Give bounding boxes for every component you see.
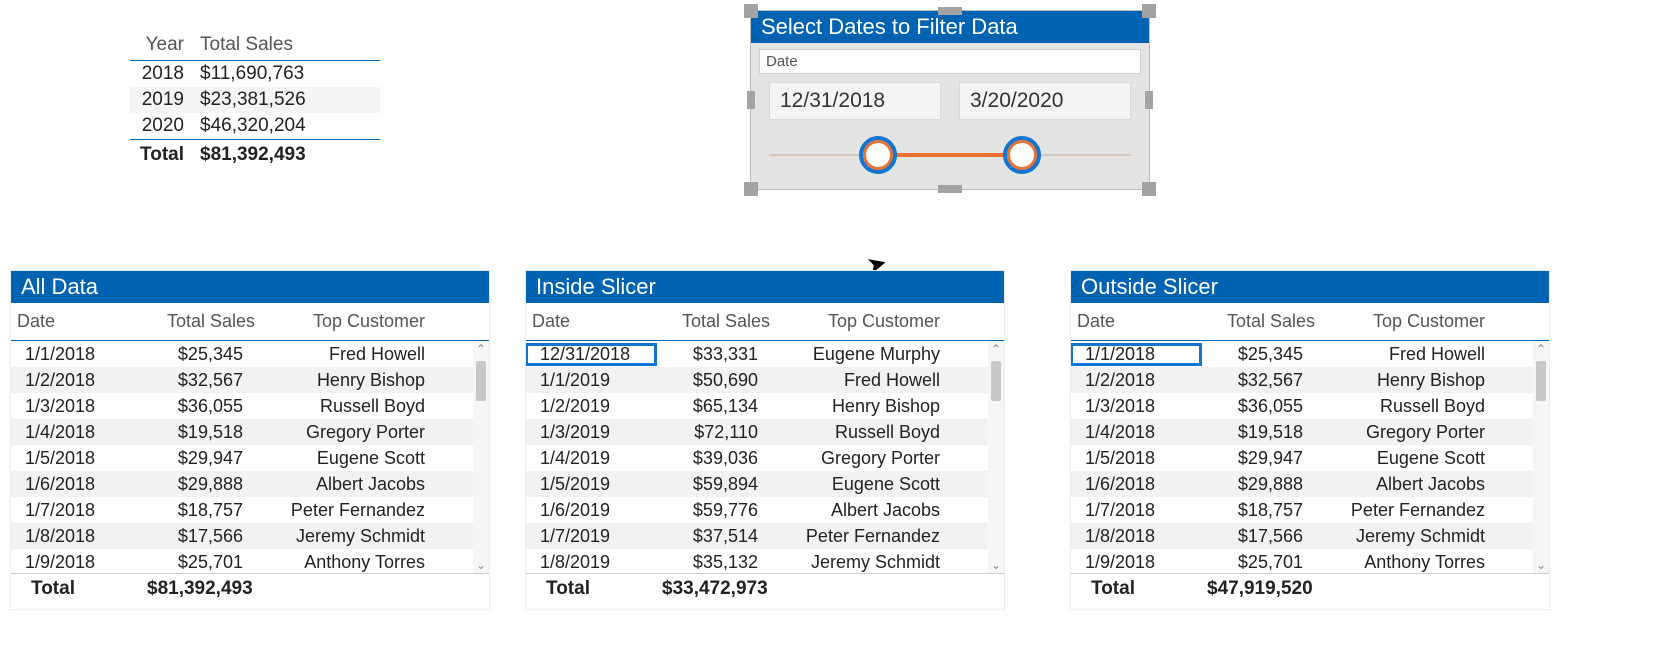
table-row[interactable]: 1/3/2018$36,055Russell Boyd (11, 393, 489, 419)
table-row[interactable]: 1/9/2018$25,701Anthony Torres (11, 549, 489, 573)
summary-row: 2020 $46,320,204 (130, 113, 380, 139)
table-row[interactable]: 1/8/2019$35,132Jeremy Schmidt (526, 549, 1004, 573)
inside-slicer-table[interactable]: Inside Slicer Date Total Sales Top Custo… (525, 270, 1005, 610)
scroll-down-icon[interactable]: ⌄ (988, 557, 1004, 573)
panel-title: All Data (11, 271, 489, 303)
resize-handle-icon[interactable] (1142, 182, 1156, 196)
scroll-down-icon[interactable]: ⌄ (473, 557, 489, 573)
table-row[interactable]: 1/6/2019$59,776Albert Jacobs (526, 497, 1004, 523)
scrollbar[interactable]: ⌃ ⌄ (988, 341, 1004, 573)
summary-header-row: Year Total Sales (130, 30, 380, 61)
highlighted-date-cell: 12/31/2018 (526, 344, 656, 365)
summary-row: 2019 $23,381,526 (130, 87, 380, 113)
table-row[interactable]: 1/4/2018$19,518Gregory Porter (1071, 419, 1549, 445)
scroll-thumb[interactable] (991, 361, 1001, 401)
slider-handle-start[interactable] (863, 140, 893, 170)
panel-title: Outside Slicer (1071, 271, 1549, 303)
table-row[interactable]: 1/3/2018$36,055Russell Boyd (1071, 393, 1549, 419)
table-row[interactable]: 1/1/2018$25,345Fred Howell (11, 341, 489, 367)
table-total-row: Total $81,392,493 (11, 573, 489, 604)
table-row[interactable]: 1/8/2018$17,566Jeremy Schmidt (11, 523, 489, 549)
table-row[interactable]: 1/4/2018$19,518Gregory Porter (11, 419, 489, 445)
table-row[interactable]: 1/4/2019$39,036Gregory Porter (526, 445, 1004, 471)
summary-table: Year Total Sales 2018 $11,690,763 2019 $… (130, 30, 380, 170)
table-row[interactable]: 1/1/2019$50,690Fred Howell (526, 367, 1004, 393)
resize-handle-icon[interactable] (938, 7, 962, 15)
table-row[interactable]: 1/7/2019$37,514Peter Fernandez (526, 523, 1004, 549)
summary-header-year: Year (130, 34, 200, 56)
slicer-field-label: Date (759, 49, 1141, 74)
slicer-title: Select Dates to Filter Data (751, 11, 1149, 43)
table-row[interactable]: 1/5/2018$29,947Eugene Scott (11, 445, 489, 471)
resize-handle-icon[interactable] (938, 185, 962, 193)
table-row[interactable]: 12/31/2018$33,331Eugene Murphy (526, 341, 1004, 367)
table-row[interactable]: 1/5/2018$29,947Eugene Scott (1071, 445, 1549, 471)
resize-handle-icon[interactable] (744, 4, 758, 18)
resize-handle-icon[interactable] (744, 182, 758, 196)
table-total-row: Total $47,919,520 (1071, 573, 1549, 604)
table-row[interactable]: 1/2/2018$32,567Henry Bishop (11, 367, 489, 393)
table-header: Date Total Sales Top Customer (11, 303, 489, 341)
scroll-thumb[interactable] (476, 361, 486, 401)
slicer-end-date-input[interactable]: 3/20/2020 (959, 82, 1131, 120)
resize-handle-icon[interactable] (747, 91, 755, 109)
slicer-slider[interactable] (769, 136, 1131, 176)
slider-handle-end[interactable] (1007, 140, 1037, 170)
scroll-up-icon[interactable]: ⌃ (473, 341, 489, 357)
table-row[interactable]: 1/9/2018$25,701Anthony Torres (1071, 549, 1549, 573)
panel-title: Inside Slicer (526, 271, 1004, 303)
resize-handle-icon[interactable] (1145, 91, 1153, 109)
all-data-table[interactable]: All Data Date Total Sales Top Customer 1… (10, 270, 490, 610)
summary-total-row: Total $81,392,493 (130, 139, 380, 170)
table-row[interactable]: 1/1/2018$25,345Fred Howell (1071, 341, 1549, 367)
table-row[interactable]: 1/7/2018$18,757Peter Fernandez (1071, 497, 1549, 523)
summary-row: 2018 $11,690,763 (130, 61, 380, 87)
scroll-up-icon[interactable]: ⌃ (988, 341, 1004, 357)
table-row[interactable]: 1/5/2019$59,894Eugene Scott (526, 471, 1004, 497)
table-row[interactable]: 1/8/2018$17,566Jeremy Schmidt (1071, 523, 1549, 549)
table-total-row: Total $33,472,973 (526, 573, 1004, 604)
scrollbar[interactable]: ⌃ ⌄ (1533, 341, 1549, 573)
slicer-start-date-input[interactable]: 12/31/2018 (769, 82, 941, 120)
scroll-up-icon[interactable]: ⌃ (1533, 341, 1549, 357)
scroll-thumb[interactable] (1536, 361, 1546, 401)
highlighted-date-cell: 1/1/2018 (1071, 344, 1201, 365)
table-row[interactable]: 1/2/2019$65,134Henry Bishop (526, 393, 1004, 419)
date-slicer-visual[interactable]: Select Dates to Filter Data Date 12/31/2… (750, 10, 1150, 190)
table-row[interactable]: 1/2/2018$32,567Henry Bishop (1071, 367, 1549, 393)
table-header: Date Total Sales Top Customer (1071, 303, 1549, 341)
table-header: Date Total Sales Top Customer (526, 303, 1004, 341)
scrollbar[interactable]: ⌃ ⌄ (473, 341, 489, 573)
table-row[interactable]: 1/6/2018$29,888Albert Jacobs (1071, 471, 1549, 497)
resize-handle-icon[interactable] (1142, 4, 1156, 18)
summary-header-total: Total Sales (200, 34, 370, 56)
scroll-down-icon[interactable]: ⌄ (1533, 557, 1549, 573)
table-row[interactable]: 1/7/2018$18,757Peter Fernandez (11, 497, 489, 523)
table-row[interactable]: 1/3/2019$72,110Russell Boyd (526, 419, 1004, 445)
table-row[interactable]: 1/6/2018$29,888Albert Jacobs (11, 471, 489, 497)
outside-slicer-table[interactable]: Outside Slicer Date Total Sales Top Cust… (1070, 270, 1550, 610)
